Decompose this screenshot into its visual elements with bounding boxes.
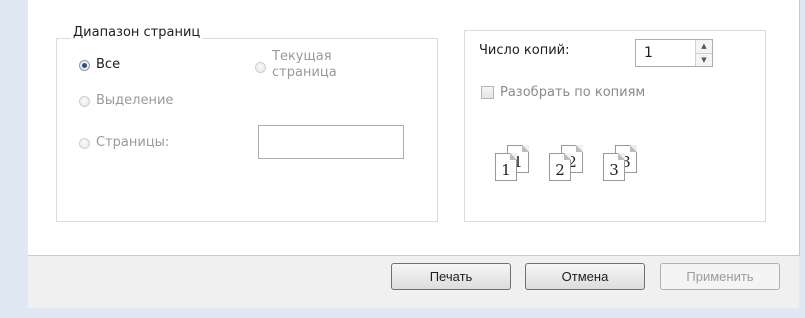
window-frame-bottom bbox=[0, 308, 805, 318]
collate-checkbox-box[interactable] bbox=[481, 86, 494, 99]
radio-current-page-label-line1: Текущая bbox=[272, 49, 332, 64]
print-dialog-content: Диапазон страниц Все Текущая страница Вы… bbox=[28, 0, 800, 256]
spin-down-icon[interactable]: ▼ bbox=[696, 52, 712, 66]
copies-count-value[interactable]: 1 bbox=[636, 45, 695, 61]
collate-checkbox[interactable]: Разобрать по копиям bbox=[481, 85, 645, 100]
radio-pages-indicator[interactable] bbox=[79, 138, 90, 149]
print-button[interactable]: Печать bbox=[391, 263, 511, 290]
radio-current-page-label-line2: страница bbox=[272, 65, 337, 80]
copies-count-label: Число копий: bbox=[479, 43, 570, 58]
radio-pages[interactable]: Страницы: bbox=[79, 135, 169, 150]
pages-input[interactable] bbox=[258, 125, 404, 159]
collate-page-front: 2 bbox=[549, 153, 571, 181]
radio-all-indicator[interactable] bbox=[79, 60, 90, 71]
radio-all[interactable]: Все bbox=[79, 57, 120, 72]
collate-illustration: 1 1 2 2 3 3 bbox=[495, 145, 647, 181]
dialog-footer: Печать Отмена Применить bbox=[28, 256, 799, 308]
page-range-legend: Диапазон страниц bbox=[71, 25, 203, 40]
radio-all-label: Все bbox=[96, 57, 121, 72]
collate-checkbox-label: Разобрать по копиям bbox=[500, 85, 646, 100]
radio-current-page-indicator[interactable] bbox=[255, 62, 266, 73]
radio-current-page[interactable]: Текущая страница bbox=[255, 49, 337, 81]
radio-selection-label: Выделение bbox=[96, 93, 174, 108]
page-range-group: Диапазон страниц Все Текущая страница Вы… bbox=[56, 25, 438, 222]
window-frame-left bbox=[0, 0, 28, 318]
radio-pages-label: Страницы: bbox=[96, 135, 170, 150]
collate-set-2: 2 2 bbox=[549, 145, 593, 181]
radio-selection[interactable]: Выделение bbox=[79, 93, 173, 108]
apply-button[interactable]: Применить bbox=[660, 263, 780, 290]
copies-count-spinner[interactable]: 1 ▲ ▼ bbox=[635, 39, 713, 67]
collate-page-front: 1 bbox=[495, 153, 517, 181]
copies-group: Число копий: 1 ▲ ▼ Разобрать по копиям 1… bbox=[464, 30, 766, 222]
collate-set-1: 1 1 bbox=[495, 145, 539, 181]
spin-up-icon[interactable]: ▲ bbox=[696, 40, 712, 53]
collate-page-front: 3 bbox=[603, 153, 625, 181]
radio-selection-indicator[interactable] bbox=[79, 96, 90, 107]
cancel-button[interactable]: Отмена bbox=[525, 263, 645, 290]
collate-set-3: 3 3 bbox=[603, 145, 647, 181]
